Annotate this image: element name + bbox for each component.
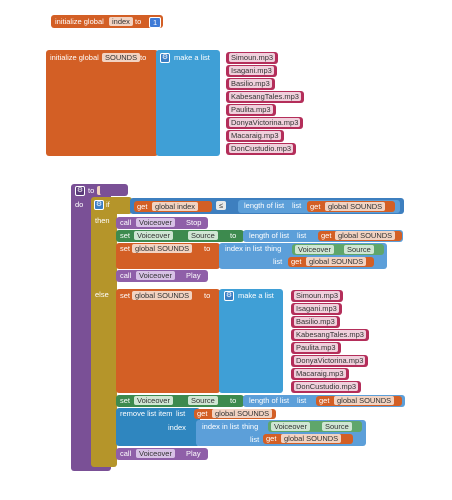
set-global-sounds-block-2[interactable]: set global SOUNDS to xyxy=(116,289,220,393)
get-global-index[interactable]: get global index xyxy=(134,201,212,212)
if-block[interactable]: ⚙ if then else xyxy=(91,197,117,467)
get-global-sounds[interactable]: get global SOUNDS xyxy=(288,257,374,267)
gear-icon[interactable]: ⚙ xyxy=(94,200,104,210)
set-global-sounds-block-1[interactable]: set global SOUNDS to xyxy=(116,243,220,269)
sound-item-2[interactable]: Isagani.mp3 xyxy=(291,303,342,315)
make-list-block[interactable]: ⚙ make a list xyxy=(156,50,220,156)
sound-item-3[interactable]: Basilio.mp3 xyxy=(291,316,340,328)
get-global-sounds[interactable]: get global SOUNDS xyxy=(307,201,395,212)
sound-item-5[interactable]: Paulita.mp3 xyxy=(291,342,341,354)
sound-item-3[interactable]: Basilio.mp3 xyxy=(226,78,275,90)
init-sounds-label: initialize global xyxy=(50,53,99,62)
sound-item-5[interactable]: Paulita.mp3 xyxy=(226,104,276,116)
sound-item-7[interactable]: Macaraig.mp3 xyxy=(291,368,349,380)
get-global-sounds[interactable]: get global SOUNDS xyxy=(316,396,402,406)
set-source-block-1[interactable]: set Voiceover Source to xyxy=(116,230,244,242)
proc-do: do xyxy=(75,200,84,209)
sound-item-8[interactable]: DonCustudio.mp3 xyxy=(291,381,362,393)
get-global-sounds[interactable]: get global SOUNDS xyxy=(263,434,353,444)
sound-item-1[interactable]: Simoun.mp3 xyxy=(226,52,279,64)
init-index-block[interactable]: initialize global index to 1 xyxy=(51,15,163,28)
else-label: else xyxy=(95,290,109,299)
make-list-label: make a list xyxy=(174,53,210,62)
if-header xyxy=(110,197,132,214)
call-play-block-1[interactable]: call Voiceover Play xyxy=(116,270,208,282)
sound-item-4[interactable]: KabesangTales.mp3 xyxy=(226,91,304,103)
voiceover-source-getter[interactable]: Voiceover Source xyxy=(292,244,384,255)
var-dropdown[interactable]: global index xyxy=(152,202,199,211)
sound-item-6[interactable]: DonyaVictorina.mp3 xyxy=(226,117,304,129)
sound-item-8[interactable]: DonCustudio.mp3 xyxy=(226,143,297,155)
call-play-block-2[interactable]: call Voiceover Play xyxy=(116,448,208,460)
component-dropdown[interactable]: Voiceover xyxy=(136,218,175,227)
init-index-to: to xyxy=(135,17,142,26)
init-sounds-to: to xyxy=(140,53,147,62)
get-global-sounds[interactable]: get global SOUNDS xyxy=(318,231,402,241)
call-stop-block[interactable]: call Voiceover Stop xyxy=(116,217,208,229)
sound-item-1[interactable]: Simoun.mp3 xyxy=(291,290,344,302)
gear-icon[interactable]: ⚙ xyxy=(224,291,234,301)
sound-item-7[interactable]: Macaraig.mp3 xyxy=(226,130,284,142)
remove-list-item-block[interactable]: remove list item list index xyxy=(116,408,200,446)
voiceover-source-getter[interactable]: Voiceover Source xyxy=(268,421,362,432)
get-global-sounds[interactable]: get global SOUNDS xyxy=(194,409,276,419)
set-source-block-2[interactable]: set Voiceover Source to xyxy=(116,395,244,407)
var-dropdown[interactable]: global SOUNDS xyxy=(325,202,386,211)
init-index-label: initialize global xyxy=(55,17,104,26)
gear-icon[interactable]: ⚙ xyxy=(75,186,85,196)
init-index-name[interactable]: index xyxy=(109,17,133,26)
operator-dropdown[interactable]: ≤ xyxy=(216,201,227,210)
gear-icon[interactable]: ⚙ xyxy=(160,53,170,63)
sound-item-4[interactable]: KabesangTales.mp3 xyxy=(291,329,369,341)
sound-item-2[interactable]: Isagani.mp3 xyxy=(226,65,277,77)
proc-to: to xyxy=(88,186,95,195)
init-sounds-block[interactable]: initialize global SOUNDS to xyxy=(46,50,158,156)
sound-item-6[interactable]: DonyaVictorina.mp3 xyxy=(291,355,369,367)
make-list-block[interactable]: ⚙ make a list xyxy=(219,289,283,393)
then-label: then xyxy=(95,216,110,225)
init-sounds-name[interactable]: SOUNDS xyxy=(102,53,141,62)
init-index-value[interactable]: 1 xyxy=(149,17,162,28)
procedure-header-extend xyxy=(100,184,128,196)
